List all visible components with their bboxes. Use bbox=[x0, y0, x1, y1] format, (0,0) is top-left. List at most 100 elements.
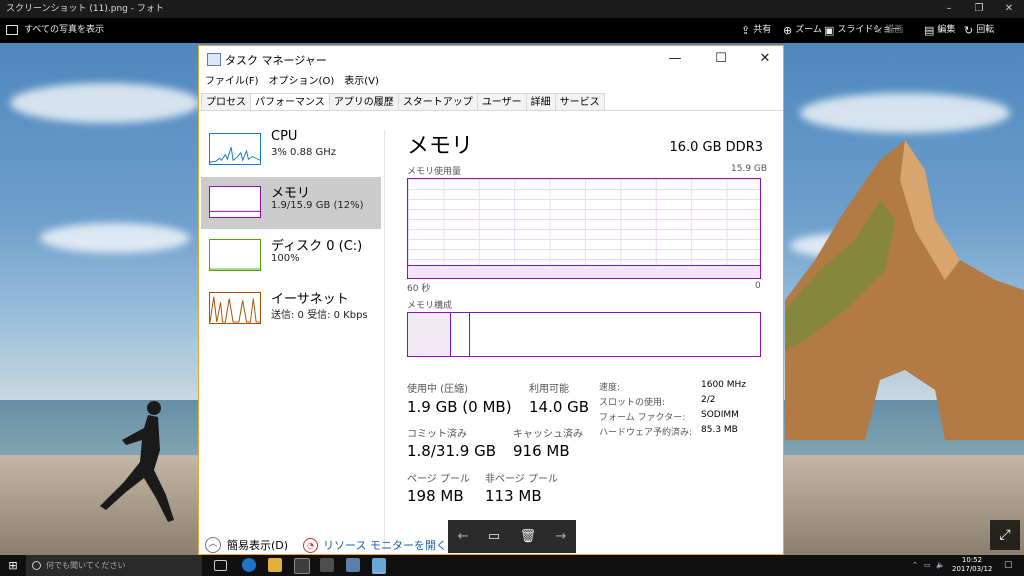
committed-value: 1.8/31.9 GB bbox=[407, 442, 496, 460]
media-player-icon[interactable] bbox=[320, 558, 334, 572]
page-title: メモリ bbox=[407, 134, 474, 159]
tm-maximize-button[interactable]: ☐ bbox=[701, 48, 741, 70]
tm-tabs: プロセス パフォーマンス アプリの履歴 スタートアップ ユーザー 詳細 サービス bbox=[201, 93, 605, 112]
tab-3[interactable]: スタートアップ bbox=[397, 93, 478, 111]
committed-label: コミット済み bbox=[407, 429, 467, 440]
sidebar-item-2[interactable]: ディスク 0 (C:) 100% bbox=[201, 230, 381, 282]
cloud bbox=[10, 83, 200, 123]
tm-title: タスク マネージャー bbox=[225, 54, 327, 67]
property-label: スロットの使用: bbox=[599, 398, 666, 408]
menu-item[interactable]: 表示(V) bbox=[344, 72, 379, 90]
menu-item[interactable]: オプション(O) bbox=[269, 72, 335, 90]
time-axis-left: 60 秒 bbox=[407, 284, 431, 294]
edit-label: 編集 bbox=[937, 25, 956, 35]
tray-chevron-icon[interactable]: ⌃ bbox=[912, 555, 918, 576]
memory-usage-graph bbox=[407, 178, 761, 279]
search-placeholder: 何でも聞いてください bbox=[46, 561, 126, 570]
property-value: SODIMM bbox=[701, 410, 739, 420]
slideshow-icon: ▣ bbox=[824, 24, 835, 37]
notification-icon[interactable]: ▢ bbox=[1004, 555, 1013, 576]
info-icon[interactable]: ▭ bbox=[488, 529, 500, 544]
in-use-value: 1.9 GB (0 MB) bbox=[407, 398, 512, 416]
task-manager-window: タスク マネージャー — ☐ ✕ ファイル(F) オプション(O) 表示(V) プロ… bbox=[198, 45, 784, 555]
tm-close-button[interactable]: ✕ bbox=[745, 48, 785, 70]
all-photos-button[interactable]: すべての写真を表示 bbox=[6, 18, 104, 43]
open-resource-monitor-link[interactable]: ◔ リソース モニターを開く bbox=[303, 537, 447, 553]
mini-graph bbox=[209, 239, 261, 271]
volume-icon[interactable]: 🔈 bbox=[936, 555, 945, 576]
nonpaged-pool-label: 非ページ プール bbox=[485, 474, 558, 485]
photos-window-title: スクリーンショット (11).png - フォト bbox=[6, 4, 164, 14]
runner-silhouette bbox=[100, 401, 174, 522]
paged-pool-value: 198 MB bbox=[407, 487, 464, 505]
tm-titlebar: タスク マネージャー — ☐ ✕ bbox=[199, 46, 783, 72]
property-label: 速度: bbox=[599, 383, 621, 393]
mini-graph bbox=[209, 133, 261, 165]
share-label: 共有 bbox=[753, 25, 772, 35]
tab-5[interactable]: 詳細 bbox=[525, 93, 556, 111]
maximize-button[interactable]: ❐ bbox=[964, 0, 994, 18]
rotate-icon: ↻ bbox=[964, 24, 974, 37]
task-view-icon[interactable] bbox=[214, 560, 227, 571]
property-value: 1600 MHz bbox=[701, 380, 747, 390]
share-icon: ⇪ bbox=[741, 24, 751, 37]
mini-graph bbox=[209, 186, 261, 218]
fullscreen-icon[interactable]: ⤢ bbox=[990, 520, 1020, 550]
edit-button[interactable]: ▤ 編集 bbox=[924, 18, 955, 43]
sidebar-item-name: CPU bbox=[271, 129, 298, 144]
photos-toolbar: すべての写真を表示 ⇪ 共有 ⊕ ズーム ▣ スライドショー ✎ 描画 ▤ 編集 ↻ 回転 bbox=[0, 18, 1024, 43]
network-icon[interactable]: ▭ bbox=[924, 555, 931, 576]
windows-start-icon[interactable]: ⊞ bbox=[0, 555, 26, 576]
tab-2[interactable]: アプリの履歴 bbox=[328, 93, 399, 111]
tm-menubar: ファイル(F) オプション(O) 表示(V) bbox=[199, 72, 379, 90]
minimize-button[interactable]: – bbox=[934, 0, 964, 18]
sidebar-item-name: メモリ bbox=[271, 186, 311, 201]
close-button[interactable]: ✕ bbox=[994, 0, 1024, 18]
previous-arrow-icon[interactable]: ← bbox=[458, 529, 469, 544]
file-explorer-icon[interactable] bbox=[268, 558, 282, 572]
draw-label: 描画 bbox=[885, 25, 904, 35]
sidebar-item-name: イーサネット bbox=[271, 292, 349, 307]
menu-item[interactable]: ファイル(F) bbox=[205, 72, 259, 90]
sidebar-item-value: 送信: 0 受信: 0 Kbps bbox=[271, 310, 368, 321]
clock[interactable]: 10:52 2017/03/12 bbox=[952, 556, 992, 574]
memory-composition-label: メモリ構成 bbox=[407, 301, 453, 311]
search-box[interactable]: 何でも聞いてください bbox=[26, 555, 202, 576]
tab-6[interactable]: サービス bbox=[554, 93, 605, 111]
property-value: 2/2 bbox=[701, 395, 716, 405]
sidebar-item-value: 100% bbox=[271, 253, 300, 264]
sidebar-item-0[interactable]: CPU 3% 0.88 GHz bbox=[201, 124, 381, 176]
rotate-button[interactable]: ↻ 回転 bbox=[964, 18, 994, 43]
zoom-icon: ⊕ bbox=[783, 24, 793, 37]
photos-taskbar-icon[interactable] bbox=[372, 558, 386, 574]
sidebar-item-name: ディスク 0 (C:) bbox=[271, 239, 363, 254]
delete-icon[interactable]: 🗑 bbox=[520, 529, 537, 544]
property-label: ハードウェア予約済み: bbox=[599, 428, 693, 438]
tm-minimize-button[interactable]: — bbox=[655, 48, 695, 70]
photo-nav-bar: ← ▭ 🗑 → bbox=[448, 520, 576, 553]
task-manager-icon bbox=[207, 53, 221, 66]
chevron-up-icon: ︿ bbox=[205, 537, 221, 553]
property-label: フォーム ファクター: bbox=[599, 413, 686, 423]
next-arrow-icon[interactable]: → bbox=[555, 529, 566, 544]
memory-usage-label: メモリ使用量 bbox=[407, 167, 462, 177]
store-icon[interactable] bbox=[294, 558, 310, 574]
sidebar-item-3[interactable]: イーサネット送信: 0 受信: 0 Kbps bbox=[201, 283, 381, 335]
taskbar: ⊞ 何でも聞いてください ⌃ ▭ 🔈 10:52 2017/03/12 ▢ bbox=[0, 555, 1024, 576]
in-use-label: 使用中 (圧縮) bbox=[407, 384, 468, 395]
share-button[interactable]: ⇪ 共有 bbox=[741, 18, 771, 43]
all-photos-label: すべての写真を表示 bbox=[24, 25, 105, 35]
task-manager-taskbar-icon[interactable] bbox=[346, 558, 360, 572]
mini-graph bbox=[209, 292, 261, 324]
tab-4[interactable]: ユーザー bbox=[476, 93, 527, 111]
fewer-details-button[interactable]: ︿ 簡易表示(D) bbox=[205, 537, 288, 553]
sidebar-item-1[interactable]: メモリ 1.9/15.9 GB (12%) bbox=[201, 177, 381, 229]
composition-in-use bbox=[408, 313, 451, 356]
tab-0[interactable]: プロセス bbox=[201, 93, 251, 111]
zoom-button[interactable]: ⊕ ズーム bbox=[783, 18, 822, 43]
cached-label: キャッシュ済み bbox=[513, 429, 583, 440]
time-axis-right: 0 bbox=[755, 281, 761, 291]
resource-monitor-icon: ◔ bbox=[303, 537, 318, 553]
edge-icon[interactable] bbox=[242, 558, 256, 572]
clock-time: 10:52 bbox=[961, 556, 983, 564]
